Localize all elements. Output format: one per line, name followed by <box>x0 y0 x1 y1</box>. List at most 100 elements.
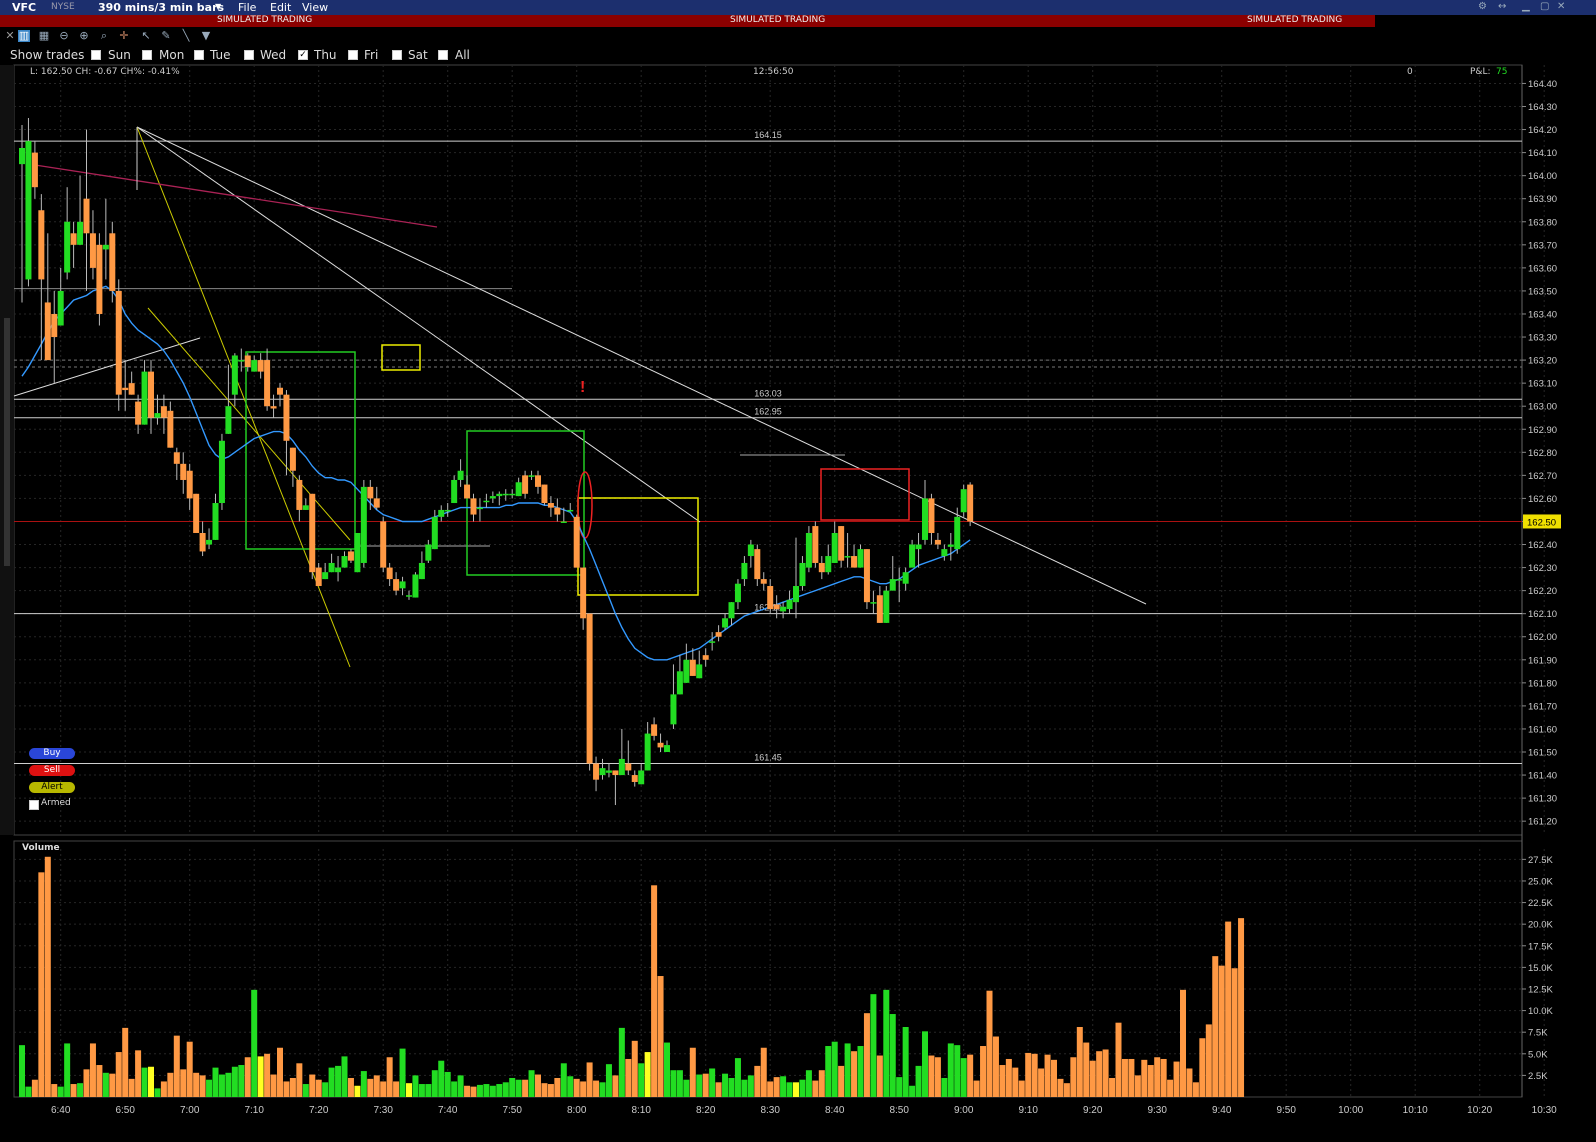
volume-bar <box>612 1075 619 1097</box>
volume-bar <box>186 1041 193 1097</box>
x-tick-label: 8:50 <box>889 1105 909 1116</box>
volume-bar <box>225 1072 232 1097</box>
candle-body <box>618 758 625 776</box>
volume-bar <box>102 1072 109 1097</box>
volume-bar <box>702 1073 709 1097</box>
candle-body <box>148 371 154 418</box>
candle-body <box>296 479 303 510</box>
candle-body <box>831 532 838 563</box>
candle-body <box>876 595 883 623</box>
candle-body <box>664 745 670 753</box>
volume-bar <box>380 1081 387 1097</box>
volume-bar <box>444 1071 451 1097</box>
y-tick-label: 163.30 <box>1528 333 1557 344</box>
candle-body <box>51 313 58 338</box>
candle-body <box>483 500 490 503</box>
volume-bar <box>522 1079 529 1097</box>
candle-body <box>941 549 948 557</box>
volume-bar <box>115 1052 122 1097</box>
volume-bar <box>393 1081 400 1097</box>
candle-body <box>709 641 716 643</box>
volume-bar <box>1218 965 1225 1097</box>
volume-bar <box>464 1085 471 1097</box>
volume-bar <box>1044 1054 1051 1097</box>
volume-bar <box>122 1027 129 1097</box>
volume-bar <box>509 1077 516 1097</box>
candle-body <box>651 724 658 736</box>
y-tick-label: 162.80 <box>1528 448 1557 459</box>
volume-bar <box>683 1079 690 1097</box>
candle-body <box>522 475 529 494</box>
volume-bar <box>64 1043 71 1097</box>
volume-bar <box>57 1086 64 1097</box>
volume-bar <box>367 1078 374 1097</box>
volume-bar <box>51 1084 58 1097</box>
candle-body <box>57 290 64 326</box>
volume-bar <box>451 1081 458 1097</box>
volume-bar <box>573 1078 580 1097</box>
candle-body <box>77 221 84 245</box>
alert-exclamation-icon: ! <box>580 379 585 396</box>
candle-body <box>857 549 864 568</box>
candle-body <box>186 470 193 499</box>
x-tick-label: 7:50 <box>502 1105 522 1116</box>
candle-body <box>580 567 587 619</box>
volume-bar <box>457 1075 464 1097</box>
volume-bar <box>980 1046 987 1097</box>
candle-body <box>934 539 941 545</box>
armed-checkbox[interactable] <box>29 800 39 810</box>
volume-bar <box>264 1053 271 1097</box>
volume-bar <box>25 1086 32 1097</box>
x-tick-label: 10:30 <box>1532 1105 1557 1116</box>
volume-bar <box>96 1065 103 1097</box>
candle-body <box>238 360 245 362</box>
candle-body <box>967 484 974 522</box>
candle-body <box>360 486 367 563</box>
volume-bar <box>567 1076 574 1097</box>
volume-bar <box>780 1076 787 1097</box>
x-tick-label: 10:20 <box>1467 1105 1492 1116</box>
candle-body <box>115 290 122 395</box>
volume-bar <box>154 1088 161 1097</box>
volume-bar <box>541 1083 548 1097</box>
price-level-label: 164.15 <box>754 130 782 140</box>
volume-bar <box>277 1047 283 1097</box>
candle-body <box>451 479 458 504</box>
volume-bar <box>289 1077 296 1097</box>
volume-bar <box>212 1067 219 1097</box>
sell-button[interactable]: Sell <box>29 765 75 776</box>
candle-body <box>335 567 342 573</box>
price-volume-chart[interactable]: 164.15 163.03 162.95 162.10 161.45 ! 164.40 1… <box>0 0 1596 1142</box>
volume-bar <box>399 1048 406 1097</box>
x-tick-label: 8:40 <box>825 1105 845 1116</box>
candle-body <box>135 401 142 425</box>
buy-button[interactable]: Buy <box>29 748 75 759</box>
candle-body <box>464 484 471 499</box>
y-tick-label: 162.30 <box>1528 563 1557 574</box>
y-tick-label: 164.30 <box>1528 102 1557 113</box>
volume-bar <box>547 1084 554 1097</box>
y-tick-label: 161.60 <box>1528 724 1557 735</box>
y-tick-label: 163.80 <box>1528 217 1557 228</box>
candle-body <box>257 360 264 372</box>
volume-bar <box>618 1027 625 1097</box>
candle-body <box>431 516 438 550</box>
candle-body <box>244 355 251 368</box>
candle-body <box>44 302 51 361</box>
volume-bar <box>1031 1053 1038 1097</box>
y-tick-label: 164.40 <box>1528 79 1557 90</box>
candle-body <box>838 526 845 561</box>
moving-average-line <box>21 285 971 661</box>
candle-body <box>805 532 812 568</box>
y-tick-label: 163.90 <box>1528 194 1557 205</box>
y-tick-label: 164.20 <box>1528 125 1557 136</box>
current-price-label: 162.50 <box>1527 517 1556 528</box>
position-label: 0 <box>1407 67 1413 77</box>
candle-body <box>19 147 25 165</box>
volume-bar <box>586 1062 593 1097</box>
volume-bar <box>1225 921 1232 1097</box>
alert-button[interactable]: Alert <box>29 782 75 793</box>
x-tick-label: 9:10 <box>1018 1105 1038 1116</box>
candle-body <box>554 507 561 515</box>
y-tick-label: 163.00 <box>1528 402 1557 413</box>
